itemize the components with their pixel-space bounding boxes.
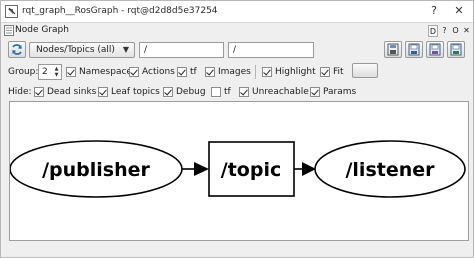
group-value: 2	[42, 67, 48, 77]
rqt-window: rqt_graph__RosGraph - rqt@d2d8d5e37254 ?…	[0, 0, 474, 258]
load-dot-icon	[387, 43, 399, 56]
node-publisher[interactable]: /publisher	[9, 140, 183, 198]
window-close-button[interactable]: ✕	[452, 4, 466, 18]
dock-options-button[interactable]: O	[451, 25, 460, 37]
hide-label: Hide:	[8, 87, 32, 97]
save-dot-button[interactable]	[405, 41, 423, 58]
node-topic-label: /topic	[221, 159, 281, 181]
images-label: Images	[218, 67, 251, 77]
refresh-button[interactable]	[8, 41, 26, 58]
node-listener-label: /listener	[345, 159, 435, 181]
graph-mode-value: Nodes/Topics (all)	[36, 45, 115, 55]
dead-sinks-checkbox[interactable]	[34, 87, 44, 97]
group-label: Group:	[8, 67, 39, 77]
graph-svg: /publisher /topic /listener	[9, 140, 466, 198]
params-checkbox[interactable]	[310, 87, 320, 97]
refresh-icon	[12, 44, 22, 55]
save-svg-icon	[429, 43, 441, 56]
topic-filter-value: /	[233, 45, 237, 55]
rqt-app-icon	[5, 5, 18, 18]
load-dot-button[interactable]	[384, 41, 402, 58]
graph-mode-select[interactable]: Nodes/Topics (all) ▼	[29, 42, 135, 58]
images-checkbox[interactable]	[205, 67, 215, 77]
hide-tf-label: tf	[224, 87, 231, 97]
leaf-topics-checkbox[interactable]	[98, 87, 108, 97]
dock-close-button[interactable]: ✕	[462, 25, 471, 37]
screenshot-icon	[450, 43, 462, 56]
window-title: rqt_graph__RosGraph - rqt@d2d8d5e37254	[22, 6, 218, 16]
tf-checkbox[interactable]	[177, 67, 187, 77]
fit-checkbox[interactable]	[320, 67, 330, 77]
actions-label: Actions	[142, 67, 175, 77]
spin-down-icon[interactable]: ▼	[53, 72, 60, 78]
namespaces-label: Namespaces	[79, 67, 137, 77]
namespaces-checkbox[interactable]	[66, 67, 76, 77]
dead-sinks-label: Dead sinks	[47, 87, 97, 97]
highlight-label: Highlight	[275, 67, 316, 77]
dock-help-button[interactable]: ?	[440, 25, 449, 37]
group-spinbox[interactable]: 2 ▲ ▼	[38, 64, 62, 80]
chevron-down-icon: ▼	[122, 45, 129, 54]
edge-publisher-topic	[182, 162, 209, 176]
save-dot-icon	[408, 43, 420, 56]
toolbar-separator	[255, 65, 256, 79]
graph-canvas[interactable]: /publisher /topic /listener	[9, 101, 469, 241]
edge-topic-listener	[294, 162, 316, 176]
hide-tf-checkbox[interactable]	[211, 87, 221, 97]
fit-in-view-button[interactable]	[352, 63, 378, 78]
highlight-checkbox[interactable]	[262, 67, 272, 77]
params-label: Params	[323, 87, 357, 97]
save-svg-button[interactable]	[426, 41, 444, 58]
fit-label: Fit	[333, 67, 344, 77]
title-bar: rqt_graph__RosGraph - rqt@d2d8d5e37254 ?…	[1, 1, 473, 23]
actions-checkbox[interactable]	[129, 67, 139, 77]
leaf-topics-label: Leaf topics	[111, 87, 160, 97]
node-topic[interactable]: /topic	[208, 141, 295, 197]
topic-filter-input[interactable]: /	[228, 42, 314, 58]
tf-label: tf	[190, 67, 197, 77]
window-help-button[interactable]: ?	[427, 4, 441, 18]
node-filter-input[interactable]: /	[139, 42, 224, 58]
debug-checkbox[interactable]	[163, 87, 173, 97]
screenshot-button[interactable]	[447, 41, 465, 58]
unreachable-checkbox[interactable]	[239, 87, 249, 97]
node-listener[interactable]: /listener	[314, 140, 466, 198]
debug-label: Debug	[176, 87, 206, 97]
node-publisher-label: /publisher	[42, 159, 150, 181]
dock-header: Node Graph D ? O ✕	[1, 23, 473, 39]
dock-grip-icon	[4, 25, 14, 36]
node-filter-value: /	[144, 45, 148, 55]
dock-d-button[interactable]: D	[428, 25, 438, 37]
dock-title: Node Graph	[15, 25, 69, 35]
unreachable-label: Unreachable	[252, 87, 309, 97]
